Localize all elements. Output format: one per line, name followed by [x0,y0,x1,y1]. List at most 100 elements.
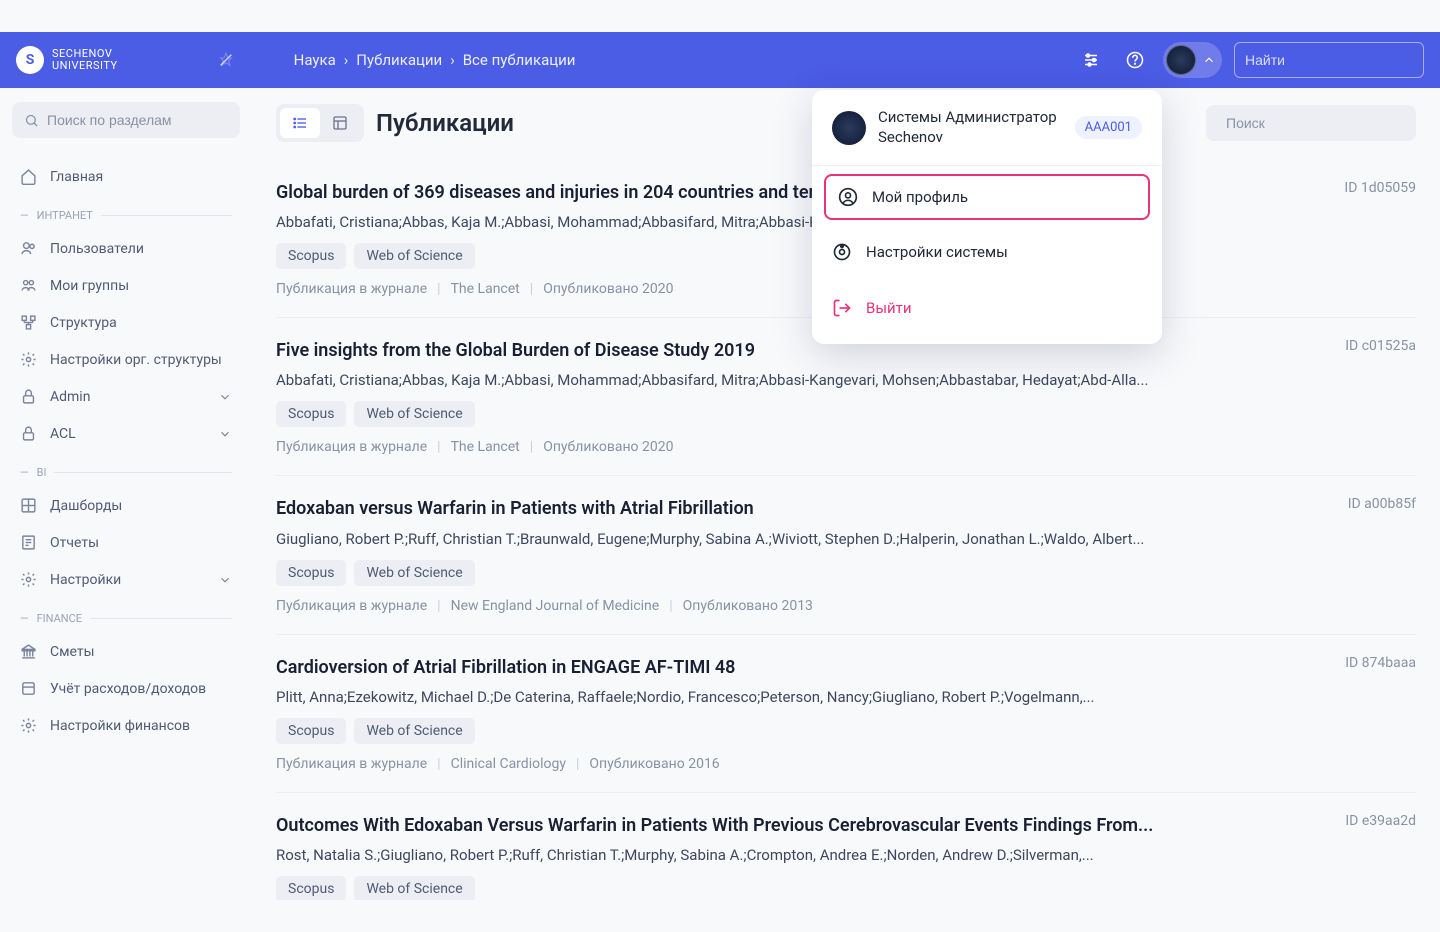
sidebar-item[interactable]: Дашборды [12,487,240,524]
sidebar-item[interactable]: Admin [12,378,240,415]
sidebar-item-label: Настройки финансов [50,718,190,734]
article-tags: Scopus Web of Science [276,718,1416,744]
sidebar-item-label: Дашборды [50,498,122,514]
dropdown-profile[interactable]: Мой профиль [824,174,1150,220]
logo[interactable]: S SECHENOV UNIVERSITY [16,46,118,74]
sidebar-item[interactable]: Пользователи [12,230,240,267]
bank-icon [20,643,38,660]
tag[interactable]: Web of Science [354,560,474,586]
groups-icon [20,277,38,294]
sidebar-item[interactable]: Настройки [12,561,240,598]
profile-icon [838,187,858,207]
sidebar-item[interactable]: Отчеты [12,524,240,561]
gear-icon [832,242,852,262]
user-dropdown: Системы Администратор Sechenov AAA001 Мо… [812,90,1162,344]
article-row[interactable]: Outcomes With Edoxaban Versus Warfarin i… [276,793,1416,900]
sidebar-item[interactable]: Сметы [12,633,240,670]
tag[interactable]: Scopus [276,718,346,744]
article-row[interactable]: Cardioversion of Atrial Fibrillation in … [276,635,1416,793]
user-menu-trigger[interactable] [1163,42,1222,78]
chevron-right-icon: › [450,51,455,69]
bc-item[interactable]: Все публикации [463,51,576,69]
logout-icon [832,298,852,318]
sidebar-search-input[interactable] [47,112,228,128]
meta-item: Опубликовано 2020 [543,281,673,297]
app-header: S SECHENOV UNIVERSITY Наука › Публикации… [0,32,1440,88]
sidebar-item-label: Учёт расходов/доходов [50,681,206,697]
tag[interactable]: Web of Science [354,718,474,744]
tag[interactable]: Web of Science [354,401,474,427]
article-meta: Публикация в журнале|The Lancet|Опублико… [276,439,1416,455]
sidebar-item[interactable]: ACL [12,415,240,452]
view-list-button[interactable] [280,108,320,138]
sidebar-item[interactable]: Структура [12,304,240,341]
article-meta: Публикация в журнале|Clinical Cardiology… [276,756,1416,772]
settings-icon[interactable] [1075,44,1107,76]
dropdown-header: Системы Администратор Sechenov AAA001 [812,90,1162,166]
bc-item[interactable]: Публикации [356,51,442,69]
sidebar-item[interactable]: Настройки финансов [12,707,240,744]
bc-item[interactable]: Наука [294,51,336,69]
article-id: ID 1d05059 [1344,180,1416,196]
dropdown-item-label: Выйти [866,299,912,317]
meta-item: Публикация в журнале [276,281,427,297]
lock-icon [20,388,38,405]
sidebar-item-label: Структура [50,315,117,331]
sidebar-item-home[interactable]: Главная [12,158,240,195]
sidebar-item[interactable]: Настройки орг. структуры [12,341,240,378]
chevron-up-icon [1202,53,1216,67]
view-grid-button[interactable] [320,108,360,138]
sidebar-item[interactable]: Мои группы [12,267,240,304]
home-icon [20,168,38,185]
tag[interactable]: Scopus [276,243,346,269]
tag[interactable]: Scopus [276,401,346,427]
article-id: ID a00b85f [1348,496,1416,512]
sidebar-item-label: Отчеты [50,535,99,551]
avatar [1166,45,1196,75]
user-badge: AAA001 [1075,116,1142,139]
sidebar-search[interactable] [12,102,240,138]
tag[interactable]: Web of Science [354,876,474,900]
logo-icon: S [16,46,44,74]
section-header: —FINANCE [12,604,240,633]
meta-item: Опубликовано 2020 [543,439,673,455]
article-tags: Scopus Web of Science [276,876,1416,900]
global-search-input[interactable] [1245,52,1426,68]
pin-icon[interactable] [218,52,234,68]
section-header: —BI [12,458,240,487]
sidebar-item[interactable]: Учёт расходов/доходов [12,670,240,707]
logo-text-bottom: UNIVERSITY [52,60,118,72]
global-search[interactable] [1234,42,1424,78]
content-search[interactable] [1206,105,1416,141]
view-toggle [276,104,364,142]
page-title: Публикации [376,109,514,137]
meta-item: The Lancet [451,281,520,297]
dropdown-item-label: Настройки системы [866,243,1008,261]
section-header: —ИНТРАНЕТ [12,201,240,230]
article-authors: Giugliano, Robert P.;Ruff, Christian T.;… [276,530,1416,548]
tag[interactable]: Scopus [276,876,346,900]
tag[interactable]: Scopus [276,560,346,586]
article-title: Edoxaban versus Warfarin in Patients wit… [276,496,1332,521]
meta-item: Публикация в журнале [276,439,427,455]
article-tags: Scopus Web of Science [276,560,1416,586]
meta-item: Публикация в журнале [276,598,427,614]
dropdown-logout[interactable]: Выйти [812,284,1162,332]
sidebar-item-label: Admin [50,389,90,405]
tag[interactable]: Web of Science [354,243,474,269]
sidebar-item-label: Главная [50,169,103,185]
help-icon[interactable] [1119,44,1151,76]
article-title: Outcomes With Edoxaban Versus Warfarin i… [276,813,1329,838]
article-tags: Scopus Web of Science [276,401,1416,427]
dropdown-system-settings[interactable]: Настройки системы [812,228,1162,276]
report-icon [20,534,38,551]
meta-item: The Lancet [451,439,520,455]
article-row[interactable]: Edoxaban versus Warfarin in Patients wit… [276,476,1416,634]
dashboard-icon [20,497,38,514]
content-search-input[interactable] [1226,115,1407,131]
article-id: ID c01525a [1345,338,1416,354]
article-authors: Rost, Natalia S.;Giugliano, Robert P.;Ru… [276,846,1416,864]
dropdown-user-org: Sechenov [878,128,1057,148]
chevron-down-icon [218,390,232,404]
sidebar: Главная —ИНТРАНЕТПользователиМои группы С… [0,88,252,900]
